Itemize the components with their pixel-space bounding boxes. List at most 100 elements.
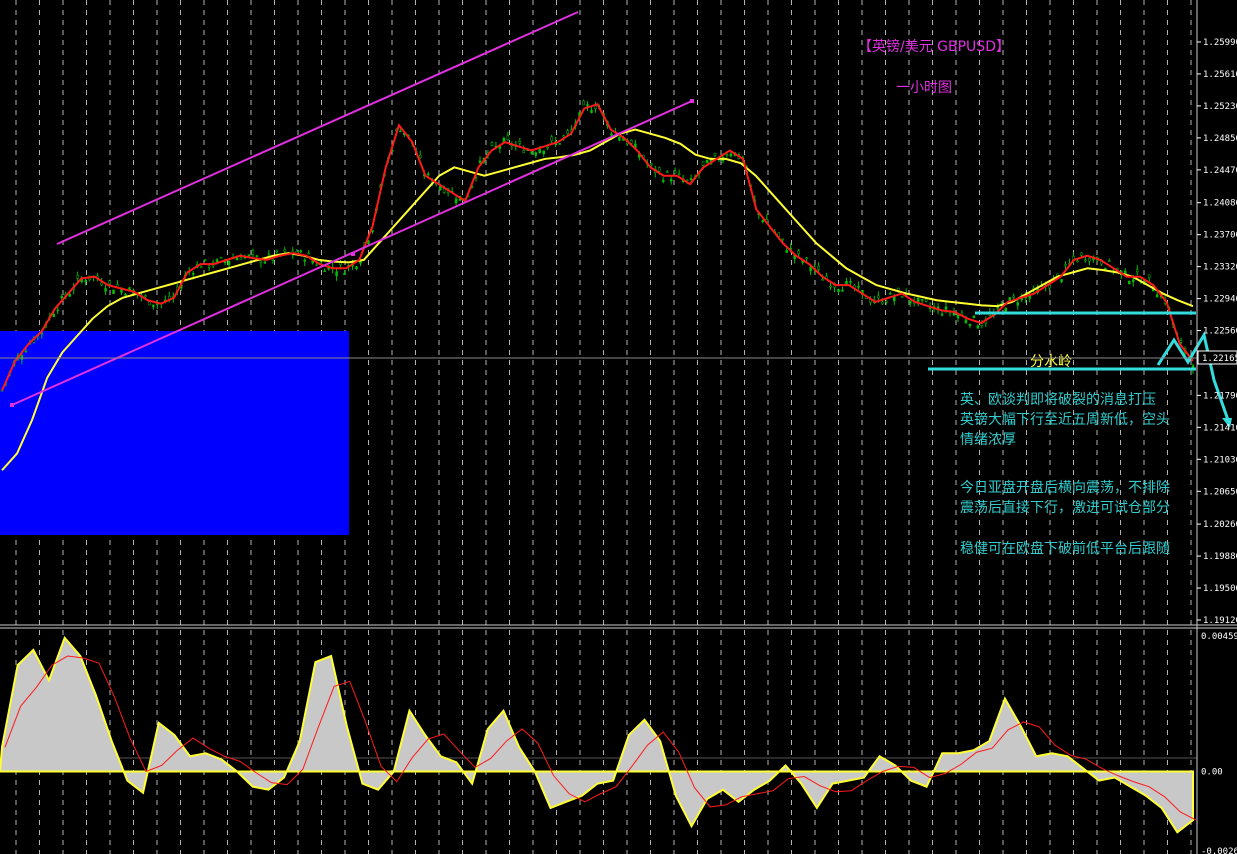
- price-tick-label: 1.20650: [1203, 487, 1237, 497]
- oscillator-histogram-area: [0, 635, 1194, 834]
- candle-body: [1084, 259, 1087, 261]
- candle-body: [399, 130, 402, 133]
- candle-body: [1064, 264, 1067, 266]
- candle-body: [518, 141, 522, 144]
- candle-body: [546, 146, 549, 149]
- candle-body: [650, 163, 653, 166]
- candle-body: [283, 249, 287, 252]
- price-tick-label: 1.19500: [1203, 584, 1237, 594]
- candle-body: [586, 104, 589, 107]
- chart-title: 【英镑/美元 GBPUSD】: [858, 38, 1010, 55]
- channel-anchor-marker: [10, 403, 14, 407]
- candle-body: [438, 186, 442, 190]
- candle-body: [267, 253, 271, 256]
- candle-body: [219, 256, 223, 259]
- candle-body: [964, 319, 968, 323]
- candle-body: [506, 135, 510, 140]
- candle-body: [124, 293, 127, 296]
- price-tick-label: 1.19120: [1203, 616, 1237, 626]
- candle-body: [426, 173, 430, 176]
- price-tick-label: 1.22940: [1203, 295, 1237, 305]
- candle-body: [1132, 279, 1135, 282]
- candle-body: [1179, 340, 1183, 343]
- price-tick-label: 1.20260: [1203, 520, 1237, 530]
- watershed-label: 分水岭: [1030, 354, 1072, 370]
- candle-body: [148, 301, 151, 306]
- candle-body: [885, 301, 888, 303]
- candle-body: [729, 153, 733, 157]
- candle-body: [1135, 269, 1139, 273]
- candle-body: [821, 279, 824, 281]
- candle-body: [1147, 274, 1151, 279]
- candle-body: [940, 313, 944, 316]
- candle-body: [1004, 307, 1008, 312]
- candle-body: [908, 300, 912, 304]
- candle-body: [900, 296, 904, 298]
- oscillator-tick-label: 0.00459: [1201, 632, 1237, 642]
- candle-body: [100, 282, 103, 286]
- analysis-note-line: 英、欧谈判即将破裂的消息打压: [960, 391, 1156, 408]
- candle-body: [924, 298, 928, 302]
- candle-body: [247, 254, 251, 257]
- candle-body: [307, 252, 310, 255]
- candle-body: [534, 152, 538, 156]
- candle-body: [1128, 280, 1131, 284]
- price-tick-label: 1.21790: [1203, 391, 1237, 401]
- channel-upper-line: [56, 11, 579, 245]
- candle-body: [271, 259, 275, 261]
- candle-body: [657, 167, 661, 172]
- price-tick-label: 1.25610: [1203, 70, 1237, 80]
- candle-body: [60, 296, 63, 299]
- candle-body: [1088, 258, 1091, 262]
- oscillator-tick-label: 0.00: [1201, 767, 1223, 777]
- candle-body: [558, 143, 561, 145]
- candle-body: [630, 139, 633, 144]
- candle-body: [1060, 279, 1063, 283]
- candle-body: [490, 142, 494, 146]
- candle-body: [144, 295, 147, 297]
- candle-body: [582, 100, 585, 106]
- candle-body: [849, 281, 852, 283]
- forex-chart: 分水岭 1.259901.256101.252301.248501.244701…: [0, 0, 1237, 854]
- current-price-tag: 1.22165: [1202, 354, 1237, 364]
- candle-body: [255, 255, 259, 257]
- candle-body: [677, 173, 681, 175]
- candle-body: [610, 133, 613, 136]
- price-tick-label: 1.19880: [1203, 552, 1237, 562]
- candle-body: [24, 350, 28, 353]
- candle-body: [112, 289, 115, 295]
- candle-body: [239, 257, 243, 260]
- candle-body: [359, 261, 362, 264]
- candle-body: [1016, 302, 1019, 306]
- candle-body: [920, 299, 924, 301]
- candle-body: [797, 250, 800, 254]
- candle-body: [52, 314, 56, 317]
- candle-body: [881, 301, 884, 305]
- candle-body: [618, 136, 621, 141]
- candle-body: [817, 265, 820, 270]
- candle-body: [841, 289, 844, 292]
- candle-body: [263, 261, 267, 264]
- channel-anchor-marker: [351, 252, 355, 256]
- candle-body: [976, 325, 980, 329]
- candle-body: [275, 250, 279, 253]
- candle-body: [916, 298, 920, 302]
- candle-body: [1056, 273, 1059, 276]
- candle-body: [259, 260, 263, 264]
- candle-body: [857, 285, 860, 288]
- price-axis-ticks: 1.25990 1.25610 1.25230 1.24850 1.24470 1.240…: [1197, 38, 1237, 626]
- candle-body: [889, 293, 892, 295]
- candle-body: [335, 271, 338, 277]
- analysis-note-line: 英镑大幅下行至近五周新低，空头: [960, 411, 1170, 428]
- candle-body: [235, 257, 239, 261]
- candle-body: [84, 280, 87, 282]
- candle-body: [1080, 252, 1083, 256]
- candle-body: [725, 154, 729, 156]
- candle-body: [781, 238, 784, 241]
- price-tick-label: 1.24470: [1203, 166, 1237, 176]
- candle-body: [227, 260, 231, 266]
- candle-body: [1076, 260, 1079, 263]
- price-tick-label: 1.23320: [1203, 263, 1237, 273]
- candle-body: [323, 270, 326, 272]
- analysis-note-line: 今日亚盘开盘后横向震荡，不排除: [960, 479, 1170, 496]
